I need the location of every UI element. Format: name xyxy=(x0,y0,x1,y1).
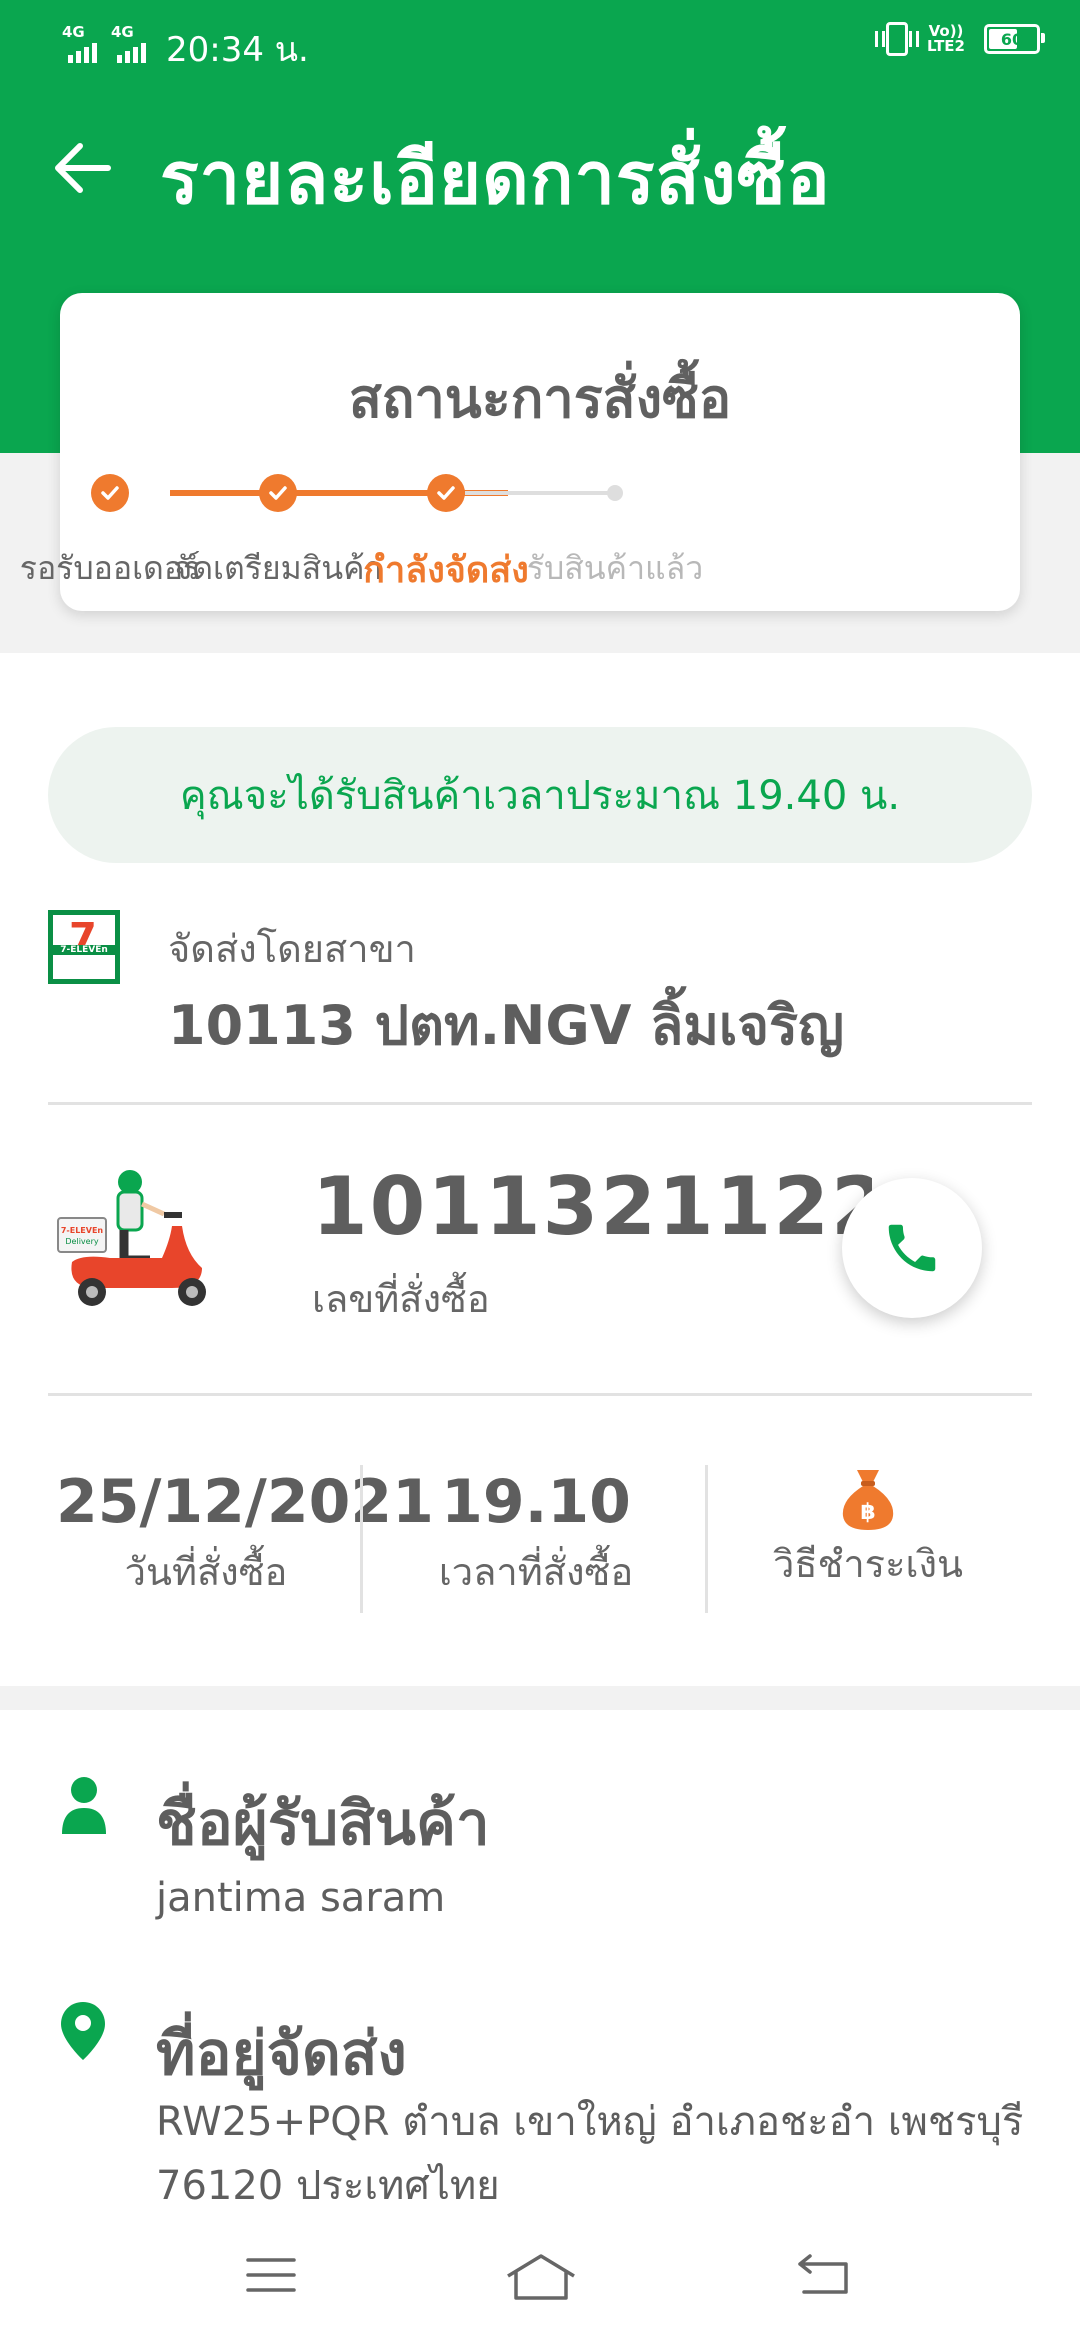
step-done-icon xyxy=(91,474,129,512)
payment-method-label: วิธีชำระเงิน xyxy=(773,1542,963,1586)
step-pending-dot xyxy=(607,485,623,501)
step-label-active: กำลังจัดส่ง xyxy=(363,550,529,591)
back-nav-icon[interactable] xyxy=(796,2252,852,2298)
order-date: 25/12/2021 xyxy=(56,1467,434,1537)
address-title: ที่อยู่จัดส่ง xyxy=(156,2019,407,2089)
vertical-divider xyxy=(705,1465,708,1613)
order-date-block: 25/12/2021 วันที่สั่งซื้อ xyxy=(56,1462,434,1612)
phone-icon xyxy=(888,1224,936,1272)
section-separator xyxy=(0,1686,1080,1710)
order-time: 19.10 xyxy=(441,1467,631,1537)
address-line1: RW25+PQR ตำบล เขาใหญ่ อำเภอชะอำ เพชรบุรี xyxy=(156,2099,1024,2145)
store-sub-label: จัดส่งโดยสาขา xyxy=(168,927,416,971)
svg-text:฿: ฿ xyxy=(860,1500,875,1525)
order-status-title: สถานะการสั่งซื้อ xyxy=(348,367,732,430)
person-icon xyxy=(62,1777,106,1834)
seven-eleven-logo: 7 7-ELEVEn xyxy=(48,910,120,984)
payment-method-block: ฿ วิธีชำระเงิน xyxy=(718,1462,1018,1612)
signal-icon: 4G xyxy=(62,23,97,63)
vibrate-icon xyxy=(875,22,919,56)
step-done-icon xyxy=(259,474,297,512)
eta-banner: คุณจะได้รับสินค้าเวลาประมาณ 19.40 น. xyxy=(48,727,1032,863)
divider xyxy=(48,1102,1032,1105)
divider xyxy=(48,1393,1032,1396)
address-line2: 76120 ประเทศไทย xyxy=(156,2163,500,2209)
recipient-name: jantima saram xyxy=(156,1875,446,1921)
money-bag-icon: ฿ xyxy=(842,1470,894,1530)
signal-icon: 4G xyxy=(111,23,146,63)
status-time: 20:34 น. xyxy=(166,30,309,70)
home-icon[interactable] xyxy=(504,2252,578,2302)
svg-text:7-ELEVEn: 7-ELEVEn xyxy=(61,1226,104,1235)
delivery-scooter-icon: 7-ELEVEn Delivery xyxy=(57,1170,206,1306)
step-label: รับสินค้าแล้ว xyxy=(526,549,704,587)
vertical-divider xyxy=(360,1465,363,1613)
page-title: รายละเอียดการสั่งซื้อ xyxy=(160,136,831,220)
volte-icon: Vo)) LTE2 xyxy=(927,22,965,55)
order-status-card: สถานะการสั่งซื้อ รอรับออเดอร์ จัดเตรียมส… xyxy=(20,293,1020,611)
arrow-left-icon[interactable] xyxy=(52,140,112,196)
battery-icon: 60 xyxy=(984,24,1045,54)
menu-icon[interactable] xyxy=(244,2252,298,2298)
call-button[interactable] xyxy=(842,1178,982,1318)
location-pin-icon xyxy=(61,2002,105,2060)
store-name: 10113 ปตท.NGV ลิ้มเจริญ xyxy=(168,994,845,1057)
svg-text:Delivery: Delivery xyxy=(65,1237,98,1246)
order-date-label: วันที่สั่งซื้อ xyxy=(124,1550,288,1594)
progress-track-pending xyxy=(465,491,615,495)
step-label: จัดเตรียมสินค้า xyxy=(173,549,383,587)
order-number-label: เลขที่สั่งซื้อ xyxy=(312,1277,490,1321)
order-number: 10113211225453 xyxy=(312,1160,872,1253)
recipient-title: ชื่อผู้รับสินค้า xyxy=(156,1789,490,1859)
order-time-block: 19.10 เวลาที่สั่งซื้อ xyxy=(386,1462,686,1612)
order-time-label: เวลาที่สั่งซื้อ xyxy=(438,1550,634,1594)
step-done-icon xyxy=(427,474,465,512)
status-bar: 4G 4G 20:34 น. Vo)) LTE2 60 xyxy=(0,0,1080,90)
